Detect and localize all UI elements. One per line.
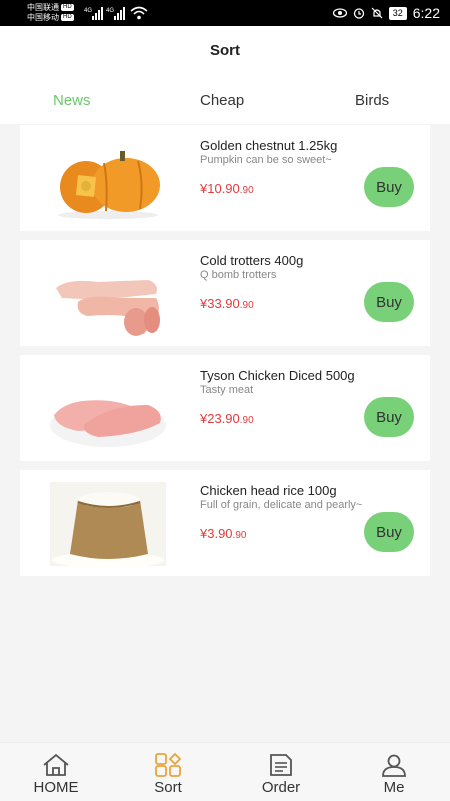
carrier-2: 中国移动 HD [27, 13, 74, 22]
product-description: Q bomb trotters [200, 269, 277, 281]
alarm-icon [353, 8, 364, 19]
bottom-tab-bar: HOME Sort Order Me [0, 742, 450, 801]
chicken-breast-image [50, 400, 166, 447]
pig-trotters-image [56, 280, 160, 336]
product-price: ¥23.90.90 [200, 411, 254, 426]
tab-order[interactable]: Order [241, 747, 321, 796]
product-description: Full of grain, delicate and pearly~ [200, 499, 363, 511]
product-name: Tyson Chicken Diced 500g [200, 368, 355, 383]
product-description: Tasty meat [200, 384, 254, 396]
signal-icon: 4G [106, 7, 125, 20]
tab-home[interactable]: HOME [16, 747, 96, 796]
product-name: Golden chestnut 1.25kg [200, 138, 338, 153]
tab-label: Sort [154, 779, 182, 796]
eye-icon [332, 8, 347, 18]
order-icon [270, 754, 292, 776]
product-card[interactable]: Tyson Chicken Diced 500g Tasty meat ¥23.… [20, 355, 430, 461]
svg-text:4G: 4G [84, 8, 92, 14]
signal-icon: 4G [84, 7, 103, 20]
home-icon [43, 753, 69, 776]
carrier-1: 中国联通 HD [27, 3, 74, 12]
header: Sort News Cheap Birds [0, 26, 450, 124]
product-price: ¥33.90.90 [200, 296, 254, 311]
product-card[interactable]: Chicken head rice 100g Full of grain, de… [20, 470, 430, 576]
svg-text:4G: 4G [106, 8, 114, 14]
product-price: ¥3.90.90 [200, 526, 247, 541]
sort-icon [155, 753, 182, 777]
buy-button[interactable]: Buy [364, 397, 414, 437]
page-title: Sort [210, 42, 240, 59]
tab-me[interactable]: Me [354, 747, 434, 796]
tab-cheap[interactable]: Cheap [200, 92, 244, 109]
clock: 6:22 [412, 5, 440, 21]
tab-label: Order [261, 779, 301, 796]
product-card[interactable]: Golden chestnut 1.25kg Pumpkin can be so… [20, 125, 430, 231]
buy-button[interactable]: Buy [364, 167, 414, 207]
product-description: Pumpkin can be so sweet~ [200, 154, 332, 166]
battery-indicator: 32 [388, 6, 407, 20]
tab-label: HOME [33, 779, 79, 796]
tab-news[interactable]: News [53, 92, 91, 109]
status-bar: 中国联通 HD 中国移动 HD 4G 4G 32 6:22 [0, 0, 450, 26]
product-price: ¥10.90.90 [200, 181, 254, 196]
product-card[interactable]: Cold trotters 400g Q bomb trotters ¥33.9… [20, 240, 430, 346]
mute-bell-icon [371, 7, 383, 19]
user-icon [382, 754, 406, 777]
product-name: Cold trotters 400g [200, 253, 304, 268]
tab-sort[interactable]: Sort [128, 747, 208, 796]
wifi-icon [130, 6, 148, 20]
pumpkin-image [58, 151, 160, 219]
tab-label: Me [383, 779, 405, 796]
buy-button[interactable]: Buy [364, 282, 414, 322]
tab-birds[interactable]: Birds [355, 92, 389, 109]
buy-button[interactable]: Buy [364, 512, 414, 552]
product-name: Chicken head rice 100g [200, 483, 337, 498]
rice-sack-image [50, 482, 166, 568]
